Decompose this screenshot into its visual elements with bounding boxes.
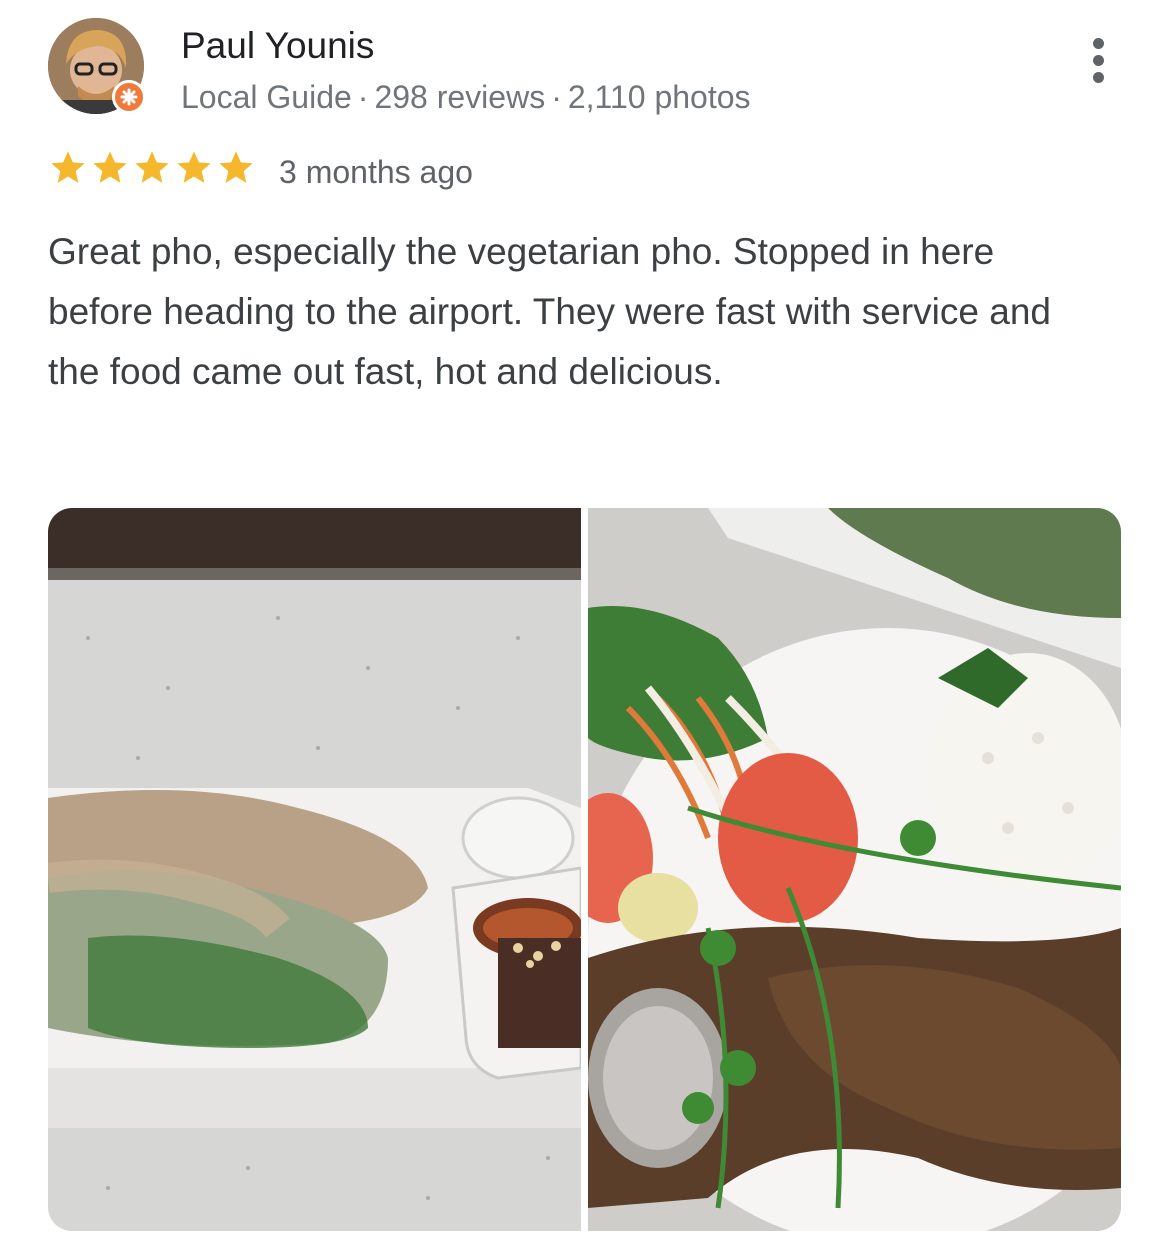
star-icon [51, 151, 85, 183]
reviewer-avatar[interactable] [48, 18, 146, 114]
star-icon [135, 151, 169, 183]
local-guide-label: Local Guide [181, 79, 352, 115]
local-guide-badge-icon [112, 80, 146, 114]
review-count: 298 reviews [374, 79, 546, 115]
reviewer-name[interactable]: Paul Younis [181, 24, 374, 68]
review-photos [48, 508, 1121, 1231]
review-text: Great pho, especially the vegetarian pho… [48, 231, 1051, 392]
photo-count: 2,110 photos [567, 79, 751, 115]
separator: · [357, 79, 369, 115]
reviewer-meta: Local Guide · 298 reviews · 2,110 photos [181, 77, 751, 117]
star-icon [219, 151, 253, 183]
more-vert-icon[interactable] [1082, 38, 1114, 84]
review-photo-spring-rolls[interactable] [48, 508, 581, 1231]
review-photo-rice-plate[interactable] [588, 508, 1121, 1231]
star-icon [93, 151, 127, 183]
review-time: 3 months ago [279, 154, 473, 190]
star-rating [48, 145, 256, 195]
star-icon [177, 151, 211, 183]
separator: · [551, 79, 562, 115]
